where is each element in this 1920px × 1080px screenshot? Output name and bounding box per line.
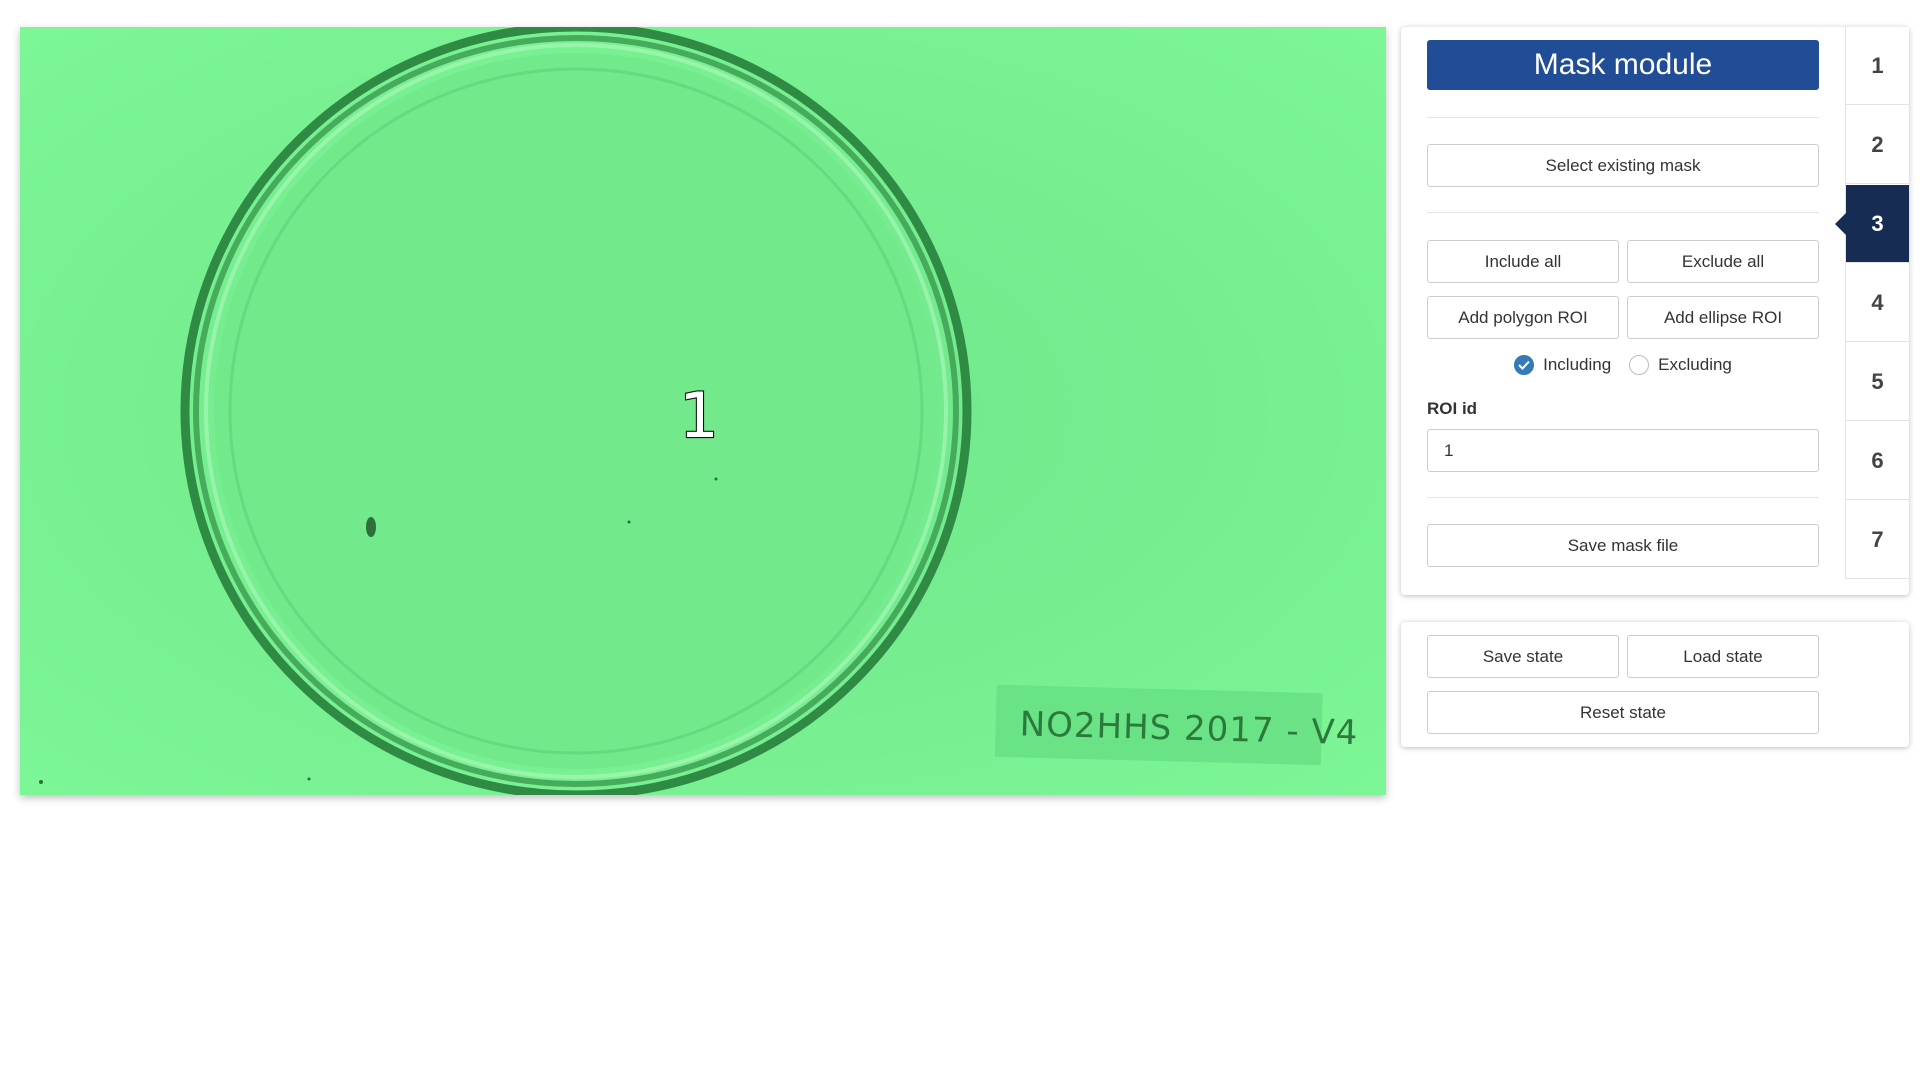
- step-tab-7[interactable]: 7: [1846, 501, 1909, 579]
- dish-agar: [214, 53, 938, 769]
- image-viewer[interactable]: NO2HHS 2017 - V4 1: [20, 27, 1386, 795]
- step-tabs: 1234567: [1835, 27, 1909, 579]
- add-polygon-roi-button[interactable]: Add polygon ROI: [1427, 296, 1619, 339]
- step-tab-3[interactable]: 3: [1835, 185, 1909, 263]
- save-state-button[interactable]: Save state: [1427, 635, 1619, 678]
- reset-state-button[interactable]: Reset state: [1427, 691, 1819, 734]
- radio-including[interactable]: Including: [1514, 355, 1611, 375]
- speck-3: [627, 520, 631, 524]
- roi-id-input[interactable]: [1427, 429, 1819, 472]
- step-tab-4[interactable]: 4: [1846, 264, 1909, 342]
- radio-excluding[interactable]: Excluding: [1629, 355, 1732, 375]
- step-tab-6[interactable]: 6: [1846, 422, 1909, 500]
- speck-2: [714, 477, 718, 481]
- load-state-button[interactable]: Load state: [1627, 635, 1819, 678]
- roi-mode-radio-group: Including Excluding: [1427, 352, 1819, 378]
- divider: [1427, 212, 1819, 213]
- step-tab-5[interactable]: 5: [1846, 343, 1909, 421]
- roi-number-label: 1: [679, 379, 718, 452]
- include-all-button[interactable]: Include all: [1427, 240, 1619, 283]
- select-existing-mask-button[interactable]: Select existing mask: [1427, 144, 1819, 187]
- state-panel: Save state Load state Reset state: [1401, 622, 1909, 747]
- speck-1: [366, 517, 376, 537]
- step-tab-2[interactable]: 2: [1846, 106, 1909, 184]
- check-icon: [1518, 360, 1530, 370]
- radio-including-checked-icon[interactable]: [1514, 355, 1535, 375]
- plate-image[interactable]: NO2HHS 2017 - V4 1: [20, 27, 1386, 795]
- divider: [1427, 497, 1819, 498]
- radio-excluding-circle-icon[interactable]: [1629, 355, 1650, 375]
- speck-5: [307, 777, 311, 781]
- exclude-all-button[interactable]: Exclude all: [1627, 240, 1819, 283]
- plate-label-tape: NO2HHS 2017 - V4: [994, 684, 1359, 766]
- add-ellipse-roi-button[interactable]: Add ellipse ROI: [1627, 296, 1819, 339]
- speck-4: [39, 780, 43, 784]
- module-title: Mask module: [1427, 40, 1819, 90]
- step-tab-1[interactable]: 1: [1846, 27, 1909, 105]
- roi-id-label: ROI id: [1427, 399, 1478, 418]
- mask-module-panel: Mask module Select existing mask Include…: [1401, 27, 1909, 595]
- radio-excluding-label: Excluding: [1658, 355, 1732, 374]
- radio-including-label: Including: [1543, 355, 1612, 374]
- divider: [1427, 117, 1819, 118]
- save-mask-file-button[interactable]: Save mask file: [1427, 524, 1819, 567]
